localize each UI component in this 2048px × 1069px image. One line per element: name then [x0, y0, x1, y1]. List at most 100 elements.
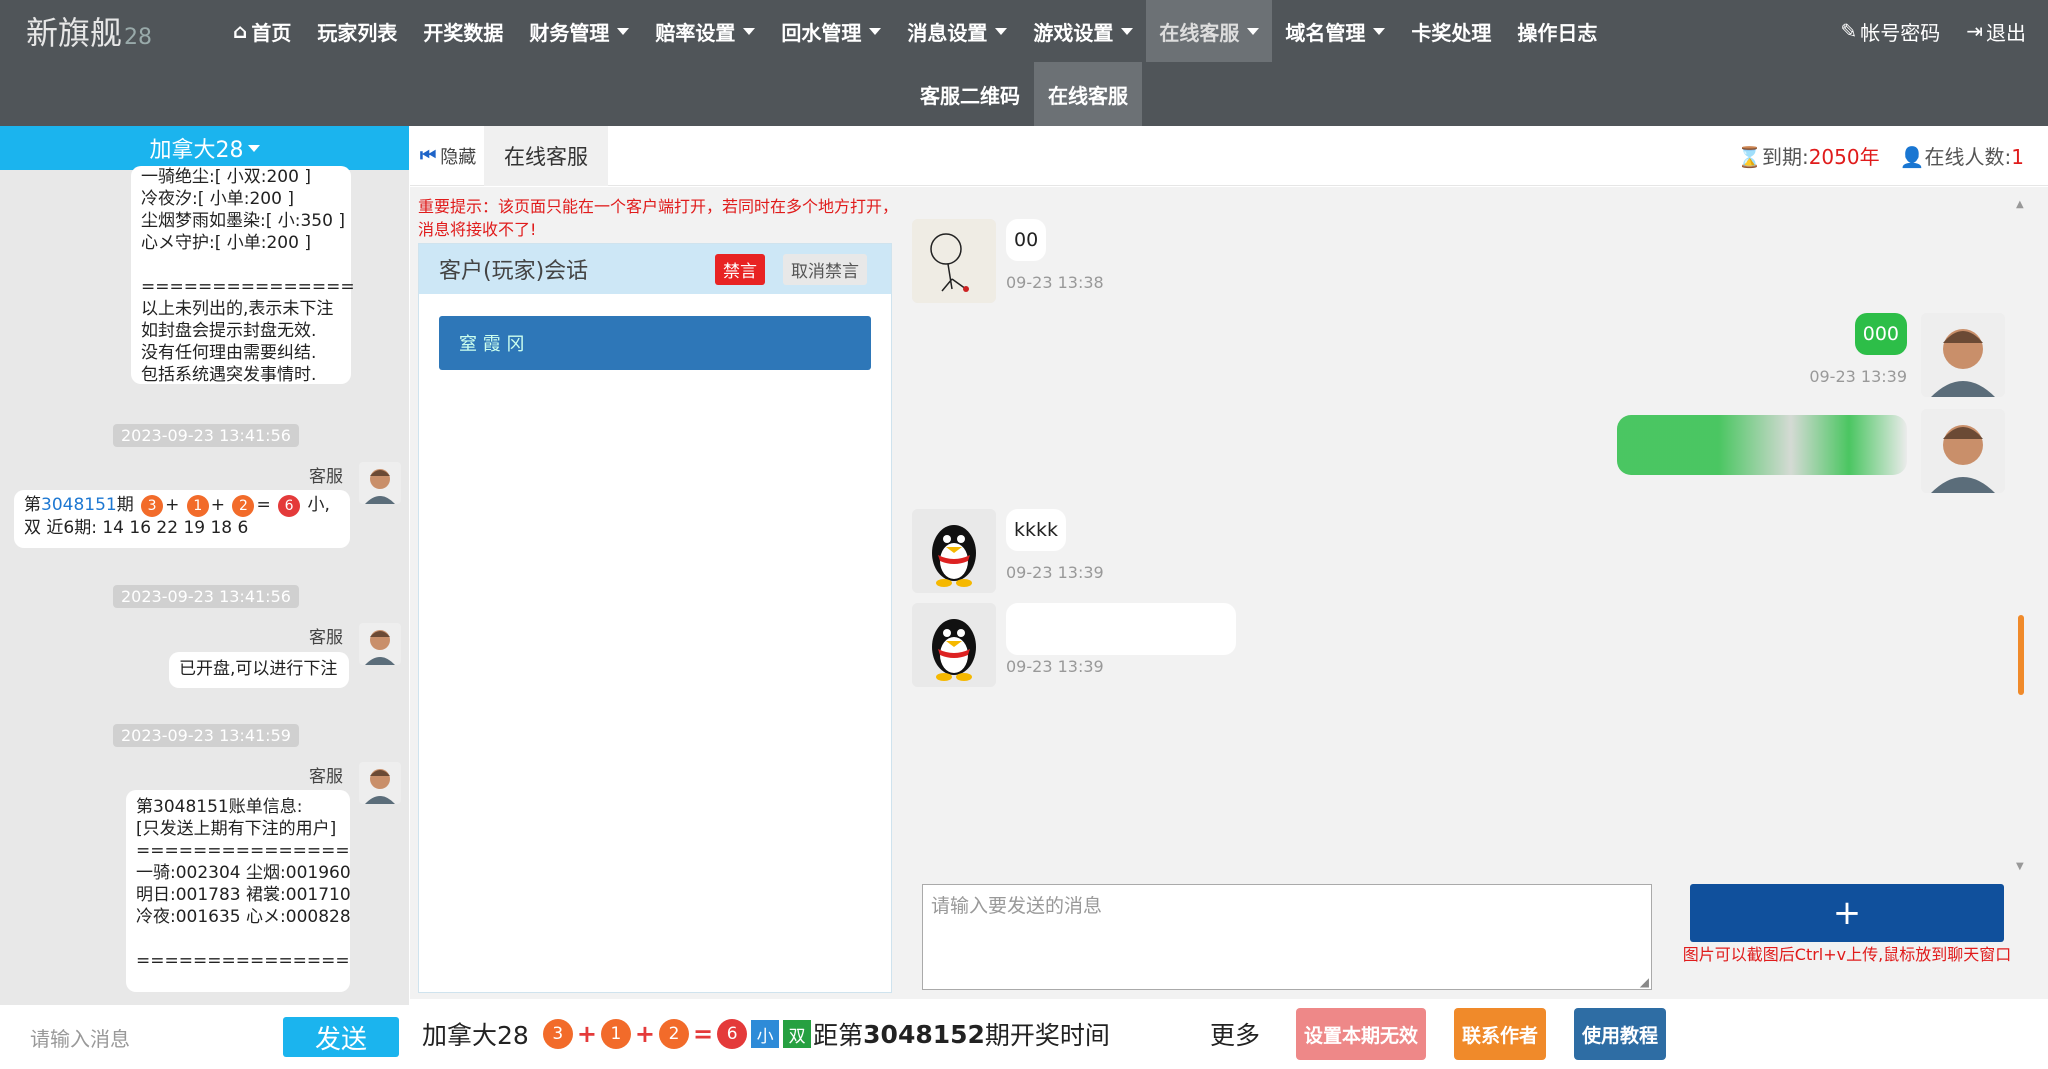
group-title-label: 加拿大28: [149, 138, 244, 163]
next-issue: 3048152: [863, 1019, 985, 1049]
user-icon: 👤: [1899, 145, 1925, 169]
chat-message-left: [912, 509, 996, 593]
expire-label: 到期:: [1761, 145, 1809, 169]
tutorial-button[interactable]: 使用教程: [1573, 1008, 1666, 1060]
agent-avatar: [1921, 313, 2005, 397]
more-link[interactable]: 更多: [1210, 1016, 1260, 1052]
edit-icon: ✎: [1840, 19, 1858, 43]
message-composer[interactable]: 请输入要发送的消息 ◢: [922, 884, 1652, 990]
left-message-input[interactable]: 请输入消息: [0, 1023, 283, 1052]
hourglass-icon: ⌛: [1737, 145, 1762, 169]
garbled-image-bubble: [1617, 415, 1907, 475]
nav-item-label: 在线客服: [1159, 20, 1240, 45]
penguin-avatar: [912, 603, 996, 687]
player-name: 窒 霞 冈: [459, 334, 525, 355]
chat-message-left: [912, 603, 996, 687]
nav-item-8[interactable]: 在线客服: [1146, 0, 1273, 62]
open-notice-bubble: 已开盘,可以进行下注: [169, 652, 349, 688]
brand-logo[interactable]: 新旗舰 28: [0, 8, 220, 54]
chevron-down-icon: [617, 27, 630, 35]
nav-item-3[interactable]: 财务管理: [516, 0, 642, 62]
recent-draws: 双 近6期: 14 16 22 19 18 6: [24, 518, 249, 538]
subnav-qrcode[interactable]: 客服二维码: [906, 62, 1034, 126]
nav-item-0[interactable]: ⌂ 首页: [220, 0, 304, 62]
unban-button[interactable]: 取消禁言: [783, 253, 867, 285]
hide-button[interactable]: ⏮ 隐藏: [410, 143, 484, 169]
resize-handle-icon[interactable]: ◢: [1640, 975, 1649, 989]
tab-online-service[interactable]: 在线客服: [484, 125, 608, 186]
nav-item-7[interactable]: 游戏设置: [1020, 0, 1146, 62]
scroll-down-icon[interactable]: ▼: [2016, 861, 2024, 872]
session-title: 客户(玩家)会话: [439, 259, 589, 284]
nav-item-label: 域名管理: [1285, 20, 1366, 45]
draw-issue-suffix: 期: [116, 495, 134, 515]
countdown-prefix: 距第: [813, 1021, 864, 1050]
bill-info-bubble: 第3048151账单信息: [只发送上期有下注的用户] ============…: [126, 790, 351, 992]
expire-value: 2050年: [1808, 145, 1880, 169]
sender-name: 客服: [309, 767, 343, 787]
ball: 3: [542, 1019, 573, 1049]
nav-item-label: 玩家列表: [317, 20, 398, 45]
nav-item-2[interactable]: 开奖数据: [410, 0, 516, 62]
session-header: 客户(玩家)会话 禁言 取消禁言: [419, 244, 891, 294]
garbled-text-bubble: [1006, 603, 1236, 655]
contact-author-button[interactable]: 联系作者: [1453, 1008, 1546, 1060]
main-nav: ⌂ 首页 玩家列表 开奖数据 财务管理 赔率设置 回水管理 消息设置 游戏设置 在线客服 域名管理 卡…: [220, 0, 1610, 62]
chevron-down-icon: [1121, 27, 1134, 35]
account-password-link[interactable]: ✎ 帐号密码: [1840, 17, 1940, 46]
chat-bubble-self: 000: [1854, 313, 1907, 355]
account-label: 帐号密码: [1860, 20, 1941, 45]
brand-suffix: 28: [124, 25, 153, 50]
draw-issue: 3048151: [41, 495, 117, 515]
ball: 2: [659, 1019, 690, 1049]
chat-time: 09-23 13:39: [1006, 657, 1104, 676]
nav-item-6[interactable]: 消息设置: [894, 0, 1020, 62]
chevron-down-icon: [743, 27, 756, 35]
warning-text: 重要提示：该页面只能在一个客户端打开，若同时在多个地方打开，消息将接收不了!: [418, 197, 899, 239]
nav-item-1[interactable]: 玩家列表: [304, 0, 410, 62]
player-session-item[interactable]: 窒 霞 冈: [439, 316, 871, 370]
logout-link[interactable]: ⇥ 退出: [1966, 17, 2026, 46]
chat-message-left: [912, 219, 996, 303]
subnav-online-service[interactable]: 在线客服: [1034, 62, 1142, 126]
nav-item-label: 财务管理: [529, 20, 610, 45]
chat-bubble: kkkk: [1006, 509, 1067, 551]
agent-avatar: [359, 462, 401, 504]
group-title[interactable]: 加拿大28: [0, 126, 409, 170]
chevron-down-icon: [247, 144, 260, 152]
parity-badge: 双: [783, 1020, 812, 1048]
chat-time: 09-23 13:39: [1006, 563, 1104, 582]
top-navbar: 新旗舰 28 ⌂ 首页 玩家列表 开奖数据 财务管理 赔率设置 回水管理 消息设置 游戏设置 在线客…: [0, 0, 2048, 62]
upload-plus-button[interactable]: +: [1690, 884, 2004, 942]
scroll-thumb[interactable]: [2018, 615, 2024, 695]
nav-item-5[interactable]: 回水管理: [768, 0, 894, 62]
brand-name: 新旗舰: [26, 14, 123, 52]
sender-name: 客服: [309, 628, 343, 648]
agent-avatar: [359, 623, 401, 665]
draw-issue-prefix: 第: [24, 495, 41, 515]
scroll-up-icon[interactable]: ▲: [2016, 199, 2024, 210]
sub-navbar: 客服二维码 在线客服: [0, 62, 2048, 126]
composer-placeholder: 请输入要发送的消息: [931, 895, 1103, 917]
nav-item-label: 卡奖处理: [1411, 20, 1492, 45]
ball-sum: 6: [278, 495, 301, 517]
chat-scrollbar[interactable]: ▲ ▼: [2015, 195, 2027, 876]
nav-item-9[interactable]: 域名管理: [1272, 0, 1398, 62]
chat-message-right: [1921, 409, 2005, 493]
ban-button[interactable]: 禁言: [715, 253, 765, 285]
send-button[interactable]: 发送: [283, 1017, 399, 1057]
nav-item-11[interactable]: 操作日志: [1504, 0, 1610, 62]
set-invalid-button[interactable]: 设置本期无效: [1295, 1008, 1426, 1060]
chevron-down-icon: [869, 27, 882, 35]
ball: 2: [232, 495, 255, 517]
nav-item-label: 首页: [251, 20, 292, 45]
nav-item-label: 游戏设置: [1033, 20, 1114, 45]
chat-window[interactable]: 00 09-23 13:38 000 09-23 13:39 kkkk 09-2…: [902, 195, 2037, 876]
bottom-status-bar: 加拿大28 3 + 1 + 2 = 6 小 双 距第 3048152 期开奖时间 更多…: [410, 999, 2048, 1069]
nav-item-label: 消息设置: [907, 20, 988, 45]
nav-item-10[interactable]: 卡奖处理: [1398, 0, 1504, 62]
chat-message-right: [1921, 313, 2005, 397]
upload-hint: 图片可以截图后Ctrl+v上传,鼠标放到聊天窗口: [1682, 945, 2012, 964]
online-value: 1: [2011, 145, 2024, 169]
nav-item-4[interactable]: 赔率设置: [642, 0, 768, 62]
